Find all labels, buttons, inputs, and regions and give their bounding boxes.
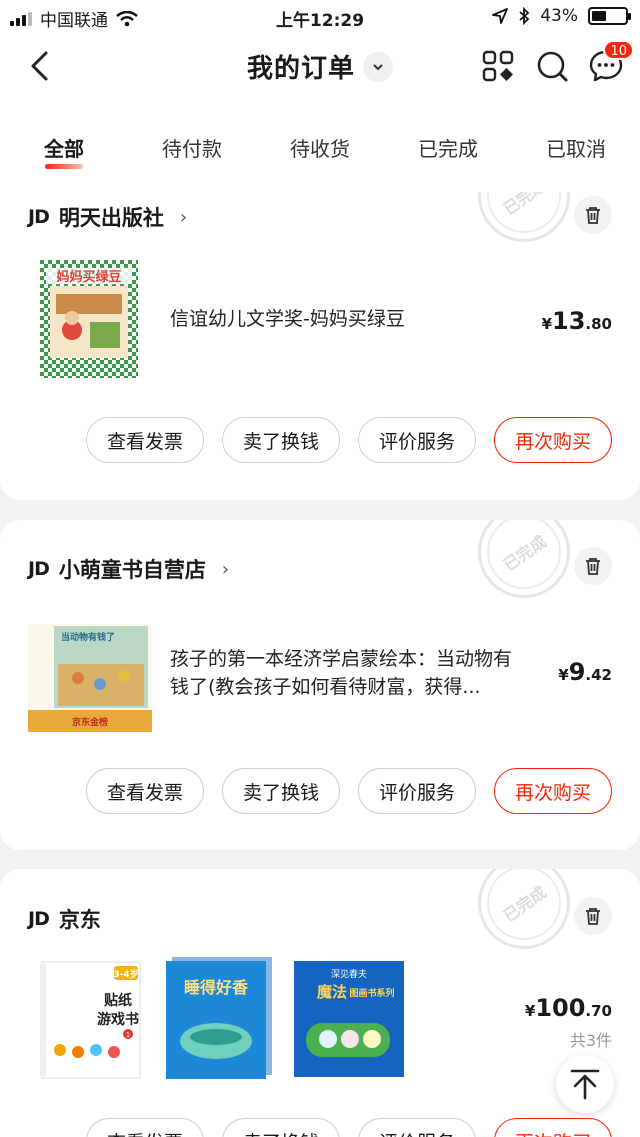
review-button[interactable]: 评价服务 bbox=[358, 417, 476, 463]
completed-stamp: 已完成 bbox=[459, 869, 589, 968]
tab-completed[interactable]: 已完成 bbox=[384, 98, 512, 192]
order-actions: 查看发票 卖了换钱 评价服务 再次购买 bbox=[86, 417, 612, 463]
order-actions: 查看发票 卖了换钱 评价服务 再次购买 bbox=[86, 768, 612, 814]
cover-line: 图画书系列 bbox=[349, 987, 394, 999]
price-integer: 13 bbox=[552, 307, 586, 335]
tab-pending-delivery[interactable]: 待收货 bbox=[256, 98, 384, 192]
tab-label: 全部 bbox=[44, 137, 84, 161]
app-header: 我的订单 10 bbox=[0, 34, 640, 98]
price-currency: ¥ bbox=[541, 315, 553, 333]
order-card[interactable]: 已完成 JD 小萌童书自营店 › 当动物有钱了 京东金榜 孩子的第一本经济学启蒙… bbox=[0, 520, 640, 850]
review-button[interactable]: 评价服务 bbox=[358, 1118, 476, 1137]
view-invoice-button[interactable]: 查看发票 bbox=[86, 1118, 204, 1137]
message-icon[interactable]: 10 bbox=[588, 40, 634, 84]
cover-line: 魔法 bbox=[317, 983, 347, 1001]
battery-fill bbox=[592, 11, 606, 21]
product-cover[interactable]: 3-4岁 贴纸 游戏书 1 bbox=[40, 960, 142, 1080]
product-price: ¥13.80 bbox=[542, 307, 612, 335]
product-cover[interactable]: 当动物有钱了 京东金榜 bbox=[28, 624, 152, 732]
battery-percent: 43% bbox=[540, 6, 578, 26]
shop-header[interactable]: JD 小萌童书自营店 › bbox=[28, 554, 229, 584]
order-actions: 查看发票 卖了换钱 评价服务 再次购买 bbox=[86, 1118, 612, 1137]
cover-line: 贴纸 bbox=[104, 992, 132, 1009]
tab-cancelled[interactable]: 已取消 bbox=[512, 98, 640, 192]
shop-name: 京东 bbox=[58, 908, 101, 932]
cover-badge: 3-4岁 bbox=[113, 968, 138, 980]
order-card[interactable]: 已完成 JD 明天出版社 › 妈妈买绿豆 信谊幼儿文学奖-妈妈买绿豆 ¥13.8… bbox=[0, 150, 640, 500]
buy-again-button[interactable]: 再次购买 bbox=[494, 768, 612, 814]
tab-label: 待付款 bbox=[162, 137, 222, 161]
buy-again-button[interactable]: 再次购买 bbox=[494, 1118, 612, 1137]
sell-button[interactable]: 卖了换钱 bbox=[222, 768, 340, 814]
price-decimal: .42 bbox=[585, 666, 612, 684]
tab-label: 已取消 bbox=[546, 137, 606, 161]
trash-icon[interactable] bbox=[574, 547, 612, 585]
product-name[interactable]: 信谊幼儿文学奖-妈妈买绿豆 bbox=[170, 305, 530, 333]
stamp-text: 已完成 bbox=[472, 520, 576, 604]
tab-underline bbox=[45, 164, 83, 169]
trash-icon[interactable] bbox=[574, 897, 612, 935]
grid-apps-icon[interactable] bbox=[480, 48, 516, 84]
item-count: 共3件 bbox=[569, 1031, 612, 1050]
sell-button[interactable]: 卖了换钱 bbox=[222, 417, 340, 463]
trash-icon[interactable] bbox=[574, 196, 612, 234]
product-cover[interactable]: 妈妈买绿豆 bbox=[40, 260, 138, 378]
shop-name: 小萌童书自营店 bbox=[58, 558, 206, 582]
shop-name: 明天出版社 bbox=[58, 206, 164, 230]
battery-icon bbox=[588, 7, 631, 25]
product-price: ¥9.42 bbox=[558, 658, 612, 686]
bluetooth-icon bbox=[519, 7, 530, 25]
tab-all[interactable]: 全部 bbox=[0, 98, 128, 192]
shop-header[interactable]: JD 明天出版社 › bbox=[28, 202, 187, 232]
product-cover[interactable]: 睡得好香 bbox=[166, 957, 272, 1079]
price-currency: ¥ bbox=[524, 1002, 536, 1020]
tab-label: 待收货 bbox=[290, 137, 350, 161]
cover-line: 深见春夫 bbox=[331, 968, 367, 980]
jd-logo: JD bbox=[28, 908, 50, 930]
message-badge: 10 bbox=[603, 40, 634, 60]
search-icon[interactable] bbox=[534, 48, 570, 84]
order-card[interactable]: 已完成 JD 京东 3-4岁 贴纸 游戏书 1 睡得好香 深见春夫 魔法 图画书… bbox=[0, 869, 640, 1137]
product-name[interactable]: 孩子的第一本经济学启蒙绘本：当动物有钱了(教会孩子如何看待财富，获得... bbox=[170, 645, 530, 701]
cover-title: 妈妈买绿豆 bbox=[56, 269, 121, 285]
price-integer: 100 bbox=[535, 994, 586, 1022]
cover-number: 1 bbox=[126, 1031, 130, 1039]
view-invoice-button[interactable]: 查看发票 bbox=[86, 417, 204, 463]
buy-again-button[interactable]: 再次购买 bbox=[494, 417, 612, 463]
cover-title: 当动物有钱了 bbox=[61, 631, 115, 643]
header-actions: 10 bbox=[480, 40, 634, 84]
chevron-right-icon: › bbox=[221, 558, 230, 580]
arrow-up-icon[interactable] bbox=[556, 1055, 614, 1113]
jd-logo: JD bbox=[28, 558, 50, 580]
price-currency: ¥ bbox=[558, 666, 569, 684]
cover-banner: 京东金榜 bbox=[72, 716, 108, 728]
tab-label: 已完成 bbox=[418, 137, 478, 161]
review-button[interactable]: 评价服务 bbox=[358, 768, 476, 814]
order-tabs: 全部 待付款 待收货 已完成 已取消 bbox=[0, 98, 640, 192]
product-price: ¥100.70 bbox=[525, 994, 612, 1022]
cover-title: 睡得好香 bbox=[184, 978, 249, 997]
page-title[interactable]: 我的订单 bbox=[247, 48, 355, 85]
completed-stamp: 已完成 bbox=[459, 520, 589, 617]
shop-header[interactable]: JD 京东 bbox=[28, 904, 101, 934]
view-invoice-button[interactable]: 查看发票 bbox=[86, 768, 204, 814]
tab-pending-payment[interactable]: 待付款 bbox=[128, 98, 256, 192]
stamp-text: 已完成 bbox=[472, 869, 576, 955]
cover-line: 游戏书 bbox=[97, 1011, 139, 1028]
jd-logo: JD bbox=[28, 206, 50, 228]
price-decimal: .70 bbox=[585, 1002, 612, 1020]
chevron-down-icon[interactable] bbox=[363, 51, 393, 82]
status-right: 43% bbox=[492, 6, 631, 26]
price-integer: 9 bbox=[568, 658, 586, 686]
product-cover[interactable]: 深见春夫 魔法 图画书系列 bbox=[294, 961, 404, 1077]
status-bar: 中国联通 上午12:29 43% bbox=[0, 0, 640, 34]
chevron-right-icon: › bbox=[179, 206, 188, 228]
price-decimal: .80 bbox=[585, 315, 612, 333]
sell-button[interactable]: 卖了换钱 bbox=[222, 1118, 340, 1137]
location-icon bbox=[492, 8, 509, 24]
